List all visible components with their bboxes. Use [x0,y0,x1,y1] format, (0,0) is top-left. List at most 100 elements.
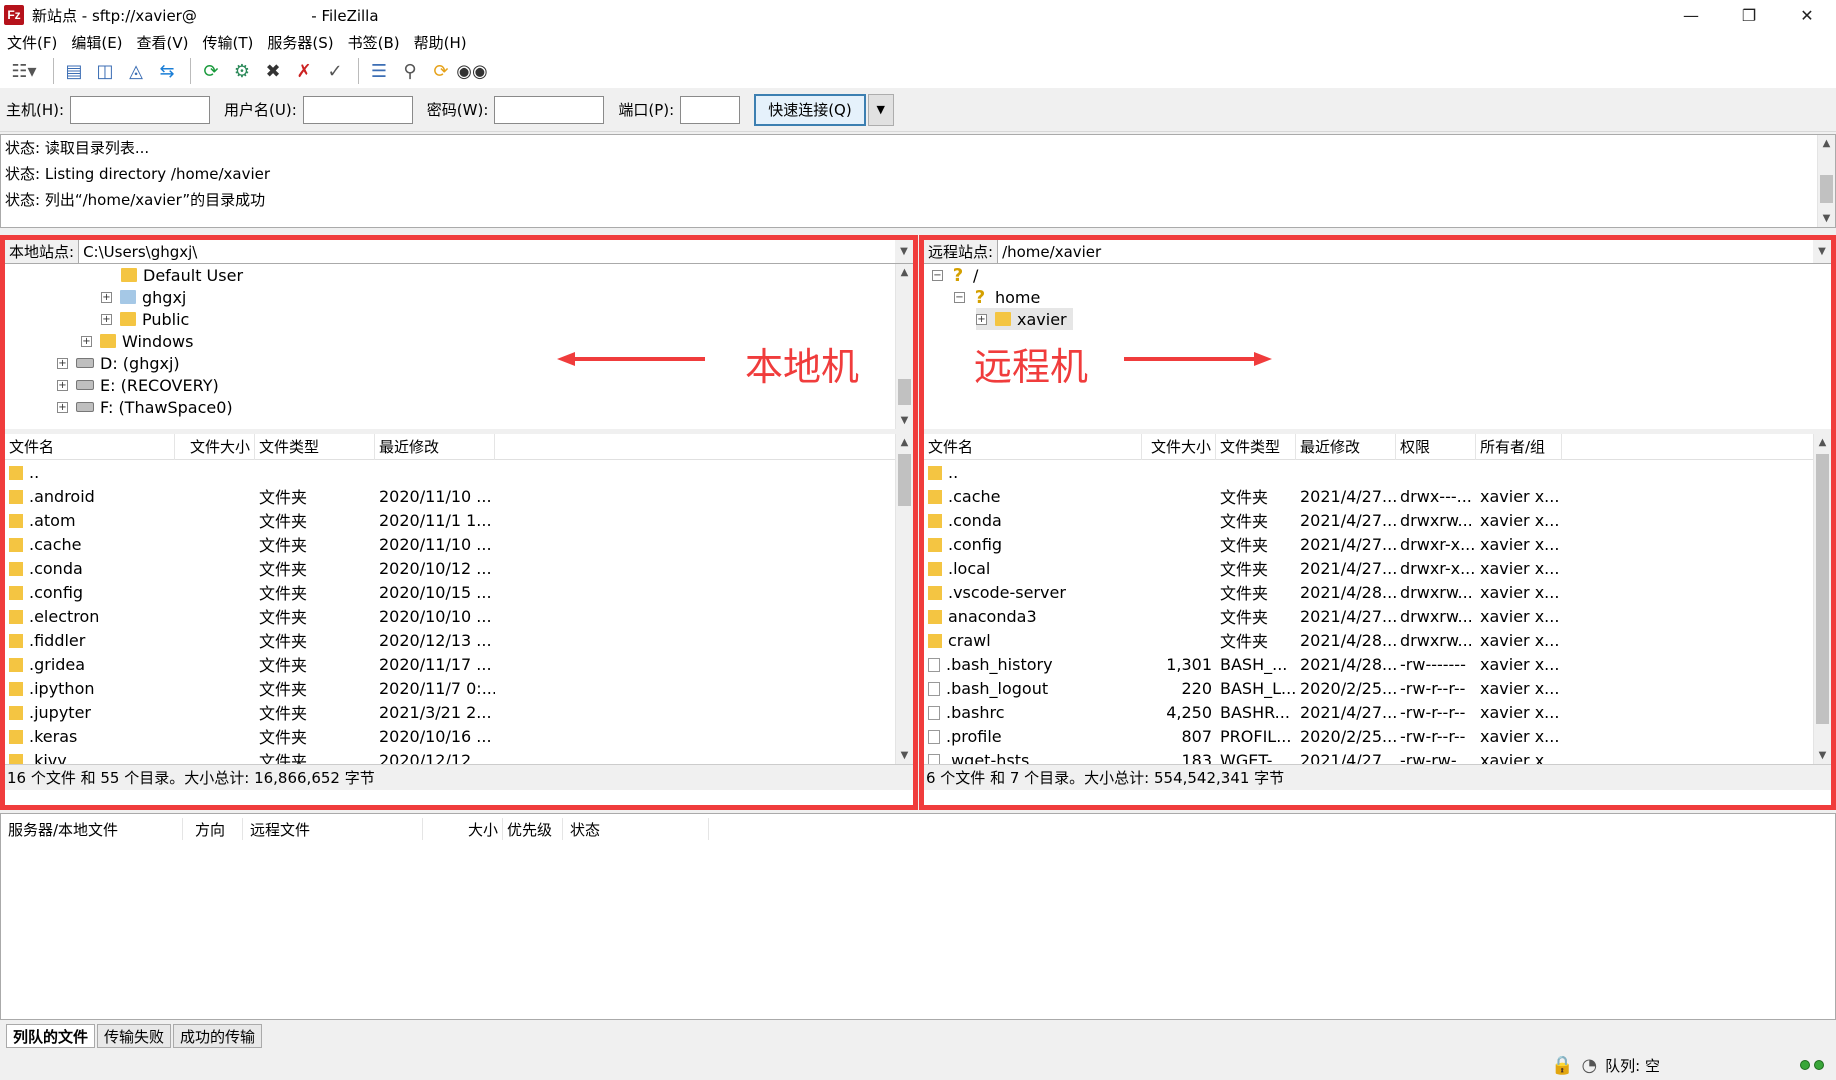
expand-icon[interactable]: + [57,357,68,369]
column-header-type[interactable]: 文件类型 [255,434,375,460]
table-row[interactable]: .jupyter 文件夹 2021/3/21 2... [5,700,913,724]
port-input[interactable] [680,95,741,124]
local-tree-scrollbar[interactable]: ▲ ▼ [895,264,913,429]
table-row[interactable]: .gridea 文件夹 2020/11/17 ... [5,652,913,676]
scroll-up-icon[interactable]: ▲ [1818,135,1835,152]
queue-column-direction[interactable]: 方向 [183,818,243,840]
tree-node-selected[interactable]: + xavier [976,308,1073,330]
scroll-up-icon[interactable]: ▲ [1814,434,1831,451]
filter-icon[interactable]: ⚲ [396,57,424,85]
tree-node[interactable]: + E: (RECOVERY) [57,374,219,396]
column-header-modified[interactable]: 最近修改 [375,434,495,460]
restore-icon[interactable]: ❐ [1720,0,1778,30]
column-header-type[interactable]: 文件类型 [1216,434,1296,460]
menu-bookmarks[interactable]: 书签(B) [341,32,407,53]
quickconnect-dropdown-icon[interactable]: ▼ [867,93,894,126]
table-row[interactable]: .electron 文件夹 2020/10/10 ... [5,604,913,628]
disconnect-icon[interactable]: ✗ [290,57,318,85]
expand-icon[interactable]: + [57,379,68,391]
table-row[interactable]: .bashrc 4,250 BASHR... 2021/4/27... -rw-r--r… [924,700,1831,724]
tab-failed-transfers[interactable]: 传输失败 [97,1024,172,1048]
collapse-icon[interactable]: − [932,269,943,281]
process-queue-icon[interactable]: ⚙ [228,57,256,85]
table-row[interactable]: .bash_logout 220 BASH_L... 2020/2/25... -rw-… [924,676,1831,700]
chevron-down-icon[interactable]: ▼ [895,246,913,257]
local-path-input[interactable]: C:\Users\ghgxj\ [79,240,895,263]
table-row[interactable]: .. [924,460,1831,484]
close-icon[interactable]: ✕ [1778,0,1836,30]
cancel-operation-icon[interactable]: ✖ [259,57,287,85]
queue-column-local[interactable]: 服务器/本地文件 [1,818,183,840]
table-row[interactable]: anaconda3 文件夹 2021/4/27... drwxrw... xavier … [924,604,1831,628]
queue-column-size[interactable]: 大小 [423,818,503,840]
scroll-down-icon[interactable]: ▼ [1814,747,1831,764]
table-row[interactable]: .kivy 文件夹 2020/12/12 ... [5,748,913,764]
menu-transfer[interactable]: 传输(T) [196,32,261,53]
table-row[interactable]: .local 文件夹 2021/4/27... drwxr-x... xavier x.… [924,556,1831,580]
password-input[interactable] [494,95,605,124]
menu-file[interactable]: 文件(F) [0,32,64,53]
table-row[interactable]: .cache 文件夹 2020/11/10 ... [5,532,913,556]
queue-column-status[interactable]: 状态 [563,818,709,840]
tree-node[interactable]: Default User [121,264,243,286]
table-row[interactable]: .ipython 文件夹 2020/11/7 0:... [5,676,913,700]
tree-node[interactable]: −? / [932,264,978,286]
table-row[interactable]: .android 文件夹 2020/11/10 ... [5,484,913,508]
site-manager-icon[interactable]: ☷▾ [4,57,44,85]
expand-icon[interactable]: + [101,313,112,325]
scroll-up-icon[interactable]: ▲ [896,434,913,451]
host-input[interactable] [70,95,211,124]
column-header-name[interactable]: 文件名⌃ [5,434,175,460]
expand-icon[interactable]: + [976,313,987,325]
remote-path-input[interactable]: /home/xavier [998,240,1813,263]
menu-view[interactable]: 查看(V) [130,32,196,53]
table-row[interactable]: .vscode-server 文件夹 2021/4/28... drwxrw... xa… [924,580,1831,604]
table-row[interactable]: .fiddler 文件夹 2020/12/13 ... [5,628,913,652]
scroll-up-icon[interactable]: ▲ [896,264,913,281]
queue-column-priority[interactable]: 优先级 [503,818,563,840]
menu-help[interactable]: 帮助(H) [407,32,474,53]
table-row[interactable]: .profile 807 PROFIL... 2020/2/25... -rw-r--r… [924,724,1831,748]
column-header-permissions[interactable]: 权限 [1396,434,1476,460]
toggle-queue-icon[interactable]: ⇆ [153,57,181,85]
tree-node[interactable]: + Public [101,308,189,330]
tree-node[interactable]: + F: (ThawSpace0) [57,396,233,418]
tab-queued-files[interactable]: 列队的文件 [6,1024,96,1048]
tree-node[interactable]: + D: (ghgxj) [57,352,180,374]
toggle-remote-tree-icon[interactable]: ◬ [122,57,150,85]
toggle-log-icon[interactable]: ▤ [60,57,88,85]
scroll-thumb[interactable] [898,454,911,506]
speed-limit-icon[interactable]: ◔ [1581,1055,1597,1076]
column-header-name[interactable]: 文件名⌃ [924,434,1142,460]
table-row[interactable]: .keras 文件夹 2020/10/16 ... [5,724,913,748]
local-list-scrollbar[interactable]: ▲ ▼ [895,434,913,764]
chevron-down-icon[interactable]: ▼ [1813,246,1831,257]
scroll-down-icon[interactable]: ▼ [896,747,913,764]
reconnect-icon[interactable]: ✓ [321,57,349,85]
refresh-icon[interactable]: ⟳ [197,57,225,85]
column-header-size[interactable]: 文件大小 [1142,434,1216,460]
table-row[interactable]: .conda 文件夹 2021/4/27... drwxrw... xavier x..… [924,508,1831,532]
table-row[interactable]: crawl 文件夹 2021/4/28... drwxrw... xavier x... [924,628,1831,652]
username-input[interactable] [302,95,413,124]
search-files-icon[interactable]: ◉◉ [456,57,487,85]
tree-node[interactable]: + Windows [81,330,193,352]
tree-node[interactable]: −? home [954,286,1040,308]
scroll-thumb[interactable] [898,379,911,405]
table-row[interactable]: .config 文件夹 2020/10/15 ... [5,580,913,604]
tree-node[interactable]: + ghgxj [101,286,186,308]
minimize-icon[interactable]: — [1662,0,1720,30]
queue-column-remote[interactable]: 远程文件 [243,818,423,840]
scroll-thumb[interactable] [1820,175,1833,203]
scroll-down-icon[interactable]: ▼ [1818,210,1835,227]
sync-browsing-icon[interactable]: ⟳ [427,57,455,85]
column-header-owner[interactable]: 所有者/组 [1476,434,1562,460]
table-row[interactable]: .cache 文件夹 2021/4/27... drwx---... xavier x.… [924,484,1831,508]
column-header-size[interactable]: 文件大小 [175,434,255,460]
table-row[interactable]: .wget-hsts 183 WGET-... 2021/4/27... -rw-rw-… [924,748,1831,764]
log-scrollbar[interactable]: ▲ ▼ [1817,135,1835,227]
menu-server[interactable]: 服务器(S) [260,32,340,53]
scroll-thumb[interactable] [1816,454,1829,724]
scroll-down-icon[interactable]: ▼ [896,412,913,429]
expand-icon[interactable]: + [101,291,112,303]
